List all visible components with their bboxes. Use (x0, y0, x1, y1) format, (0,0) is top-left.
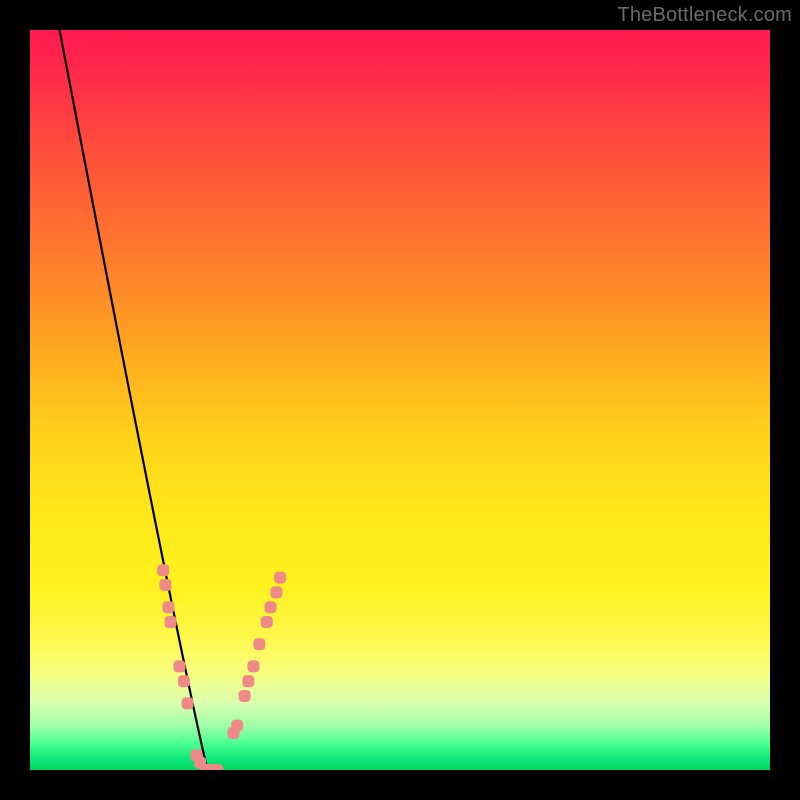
data-marker (248, 660, 260, 672)
gradient-background (30, 30, 770, 770)
data-marker (165, 616, 177, 628)
data-marker (253, 638, 265, 650)
data-marker (261, 616, 273, 628)
data-marker (265, 601, 277, 613)
watermark-text: TheBottleneck.com (617, 4, 792, 27)
data-marker (162, 601, 174, 613)
data-marker (239, 690, 251, 702)
plot-area (30, 30, 770, 770)
chart-svg (30, 30, 770, 770)
data-marker (242, 675, 254, 687)
data-marker (159, 579, 171, 591)
data-marker (174, 660, 186, 672)
data-marker (270, 586, 282, 598)
data-marker (211, 764, 223, 770)
chart-frame: TheBottleneck.com (0, 0, 800, 800)
data-marker (182, 697, 194, 709)
data-marker (231, 720, 243, 732)
data-marker (157, 564, 169, 576)
data-marker (274, 572, 286, 584)
data-marker (178, 675, 190, 687)
